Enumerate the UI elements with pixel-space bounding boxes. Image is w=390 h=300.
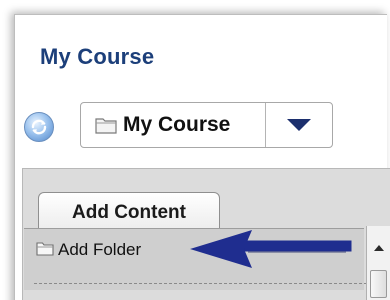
course-select-toggle[interactable]	[266, 103, 332, 147]
screenshot-stage: My Course My Course Add Content Add Fold…	[0, 0, 390, 300]
scroll-thumb[interactable]	[370, 270, 387, 298]
refresh-button[interactable]	[24, 112, 54, 142]
refresh-icon	[31, 119, 47, 135]
page-title: My Course	[40, 44, 155, 69]
menu-item-label: Add Folder	[58, 240, 142, 259]
scroll-up-icon[interactable]	[373, 244, 385, 252]
folder-icon	[95, 118, 117, 134]
course-select[interactable]: My Course	[80, 102, 333, 148]
pointer-arrow	[190, 230, 352, 268]
folder-icon	[36, 242, 54, 256]
triangle-down-icon	[287, 119, 311, 131]
menu-scrollbar[interactable]	[366, 226, 390, 300]
menu-separator	[34, 283, 372, 284]
course-select-value: My Course	[123, 113, 231, 136]
